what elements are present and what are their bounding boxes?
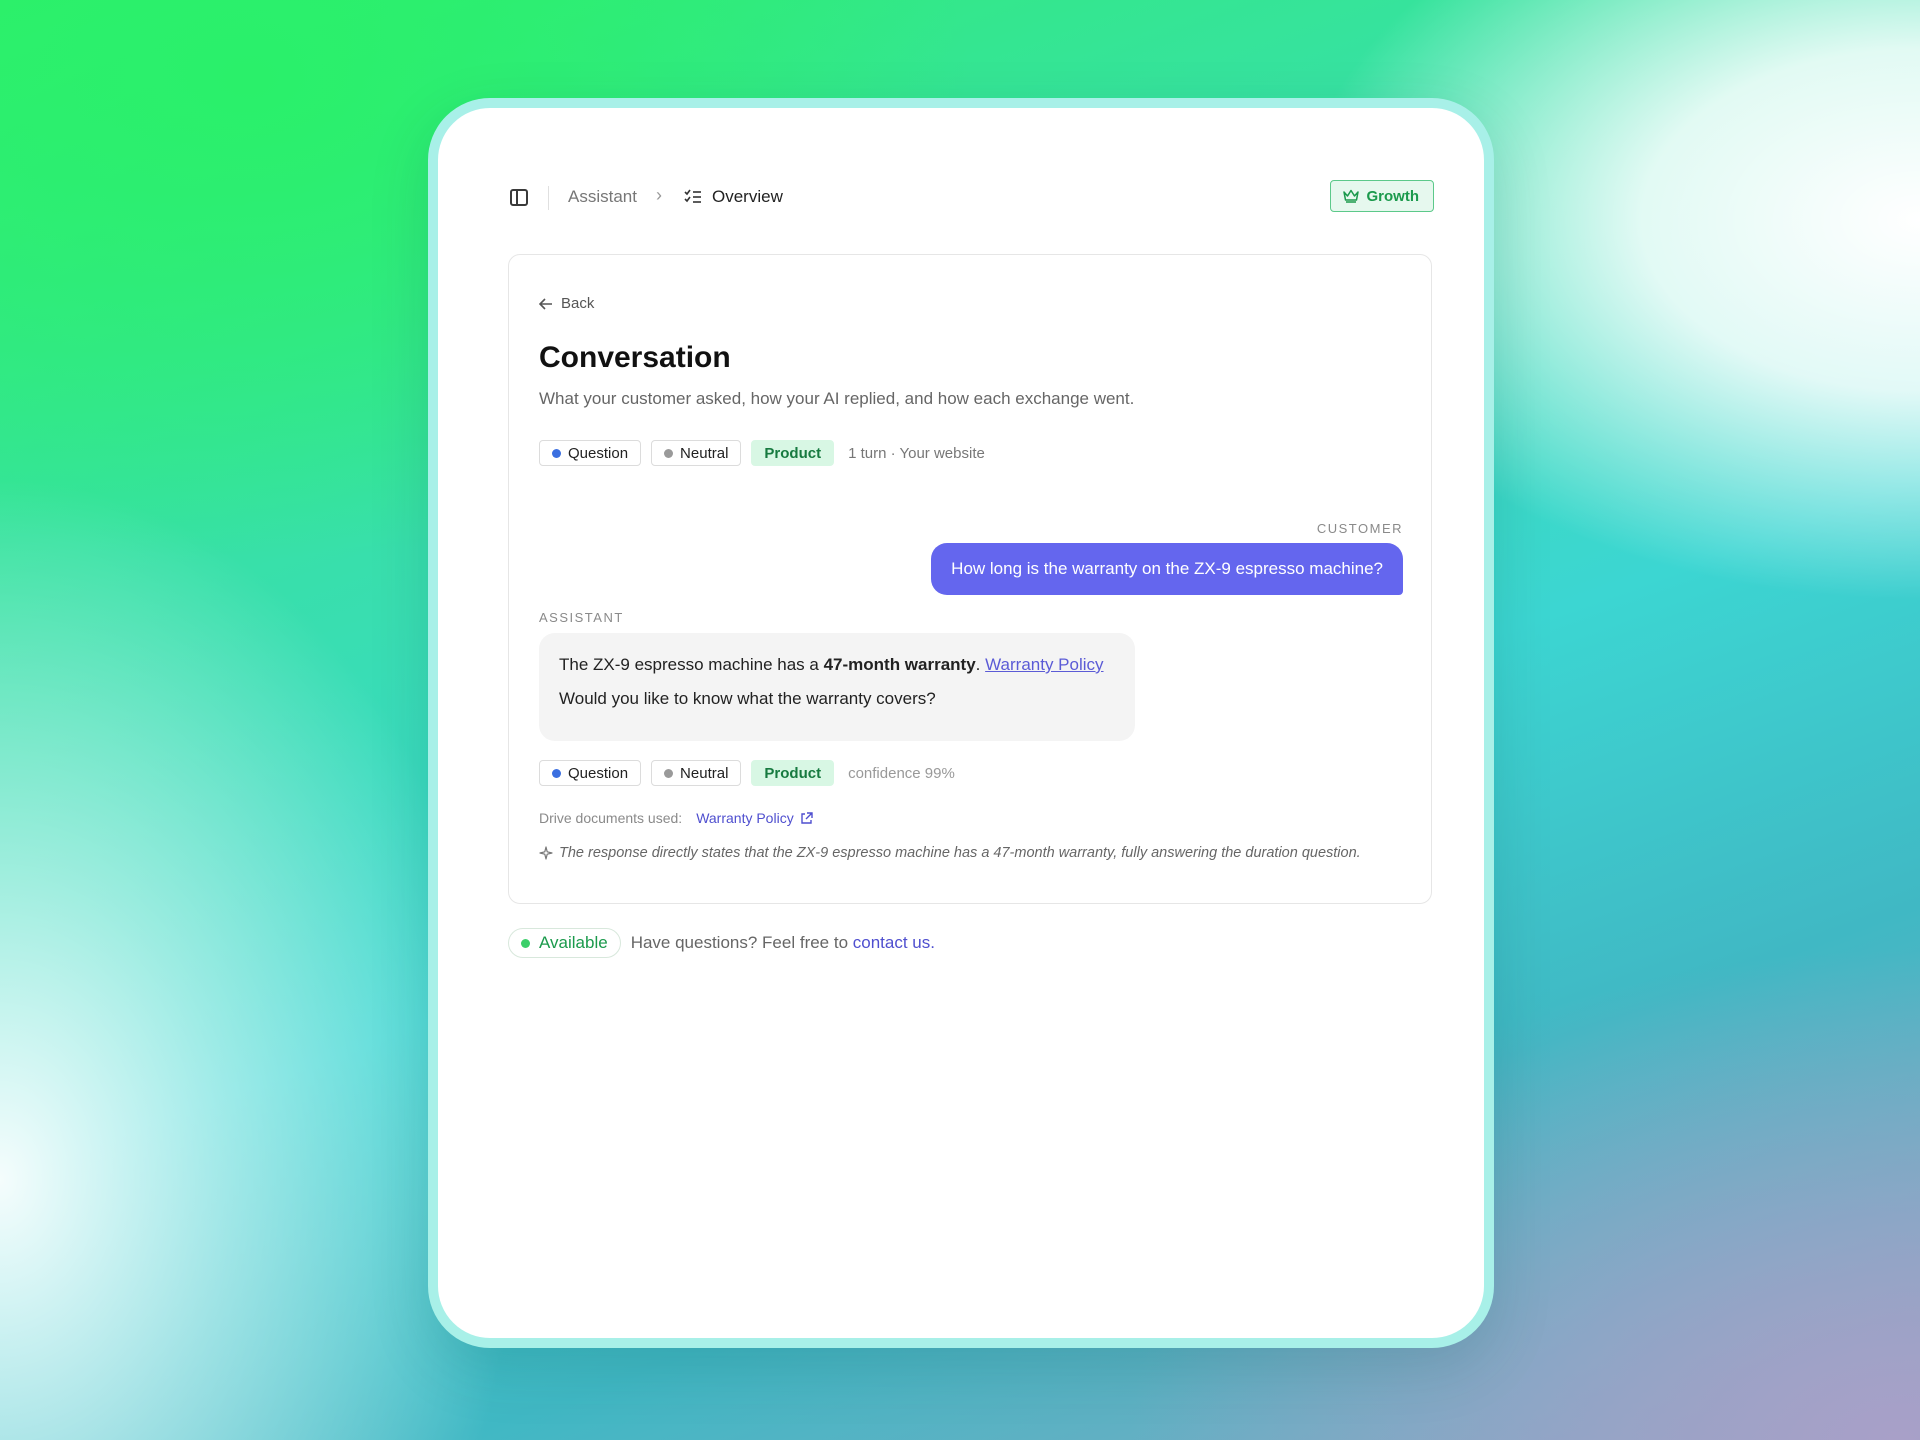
conversation-tags: Question Neutral Product 1 turn · Your w… [539,440,985,466]
sidebar-toggle-icon[interactable] [510,189,528,206]
conversation-card: Back Conversation What your customer ask… [508,254,1432,904]
checklist-icon [684,189,701,203]
chevron-right-icon: › [656,185,662,205]
assistant-text: . [975,655,986,674]
reply-tags: Question Neutral Product confidence 99% [539,760,955,786]
conversation-meta: 1 turn · Your website [848,444,985,462]
drive-label: Drive documents used: [539,810,683,826]
support-prompt: Have questions? Feel free to [630,933,853,952]
back-label: Back [561,295,595,312]
status-dot [521,938,530,948]
assistant-bold-text: 47-month warranty [823,655,976,674]
sentiment-tag-label: Neutral [680,444,729,462]
support-text: Have questions? Feel free to contact us. [631,933,935,953]
assistant-message: The ZX-9 espresso machine has a 47-month… [539,633,1135,741]
intent-tag-label: Question [568,764,629,782]
assistant-label: ASSISTANT [539,610,624,625]
status-dot [552,448,561,458]
contact-link[interactable]: contact us. [853,933,935,952]
assistant-line-2: Would you like to know what the warranty… [559,689,936,708]
device-frame: Assistant › Overview Growth Back Convers… [428,98,1494,1348]
back-button[interactable]: Back [539,295,594,312]
drive-document-link[interactable]: Warranty Policy [696,810,813,826]
sentiment-tag-label: Neutral [680,764,729,782]
warranty-policy-link[interactable]: Warranty Policy [985,655,1103,674]
breadcrumb-overview[interactable]: Overview [712,187,783,207]
status-dot [664,448,674,458]
status-dot [664,768,674,778]
availability-badge: Available [508,928,621,958]
sentiment-tag: Neutral [651,760,742,786]
intent-tag-label: Question [568,444,629,462]
intent-tag: Question [539,760,642,786]
topic-tag: Product [751,440,835,466]
drive-documents: Drive documents used: Warranty Policy [539,810,813,826]
breadcrumb-assistant[interactable]: Assistant [568,187,637,207]
customer-message: How long is the warranty on the ZX-9 esp… [931,543,1403,595]
assistant-line-1: The ZX-9 espresso machine has a 47-month… [559,655,1115,675]
crown-icon [1342,189,1359,203]
app-screen: Assistant › Overview Growth Back Convers… [490,158,1452,1300]
sentiment-tag: Neutral [651,440,742,466]
topic-tag: Product [751,760,835,786]
assistant-text: The ZX-9 espresso machine has a [559,655,824,674]
intent-tag: Question [539,440,642,466]
support-footer: Available Have questions? Feel free to c… [508,928,935,958]
sparkle-icon [539,846,553,860]
confidence-score: confidence 99% [848,764,955,782]
customer-label: CUSTOMER [1316,521,1403,536]
status-dot [552,768,561,778]
plan-badge[interactable]: Growth [1329,180,1434,212]
page-subtitle: What your customer asked, how your AI re… [539,389,1135,408]
drive-document-name: Warranty Policy [696,810,794,826]
external-link-icon [801,811,813,824]
ai-reasoning: The response directly states that the ZX… [539,845,1361,861]
divider [548,186,549,210]
availability-label: Available [539,933,608,952]
reasoning-text: The response directly states that the ZX… [559,845,1361,861]
plan-badge-label: Growth [1366,187,1420,205]
top-bar: Assistant › Overview Growth [490,158,1452,244]
arrow-left-icon [539,297,552,310]
page-title: Conversation [539,341,731,374]
